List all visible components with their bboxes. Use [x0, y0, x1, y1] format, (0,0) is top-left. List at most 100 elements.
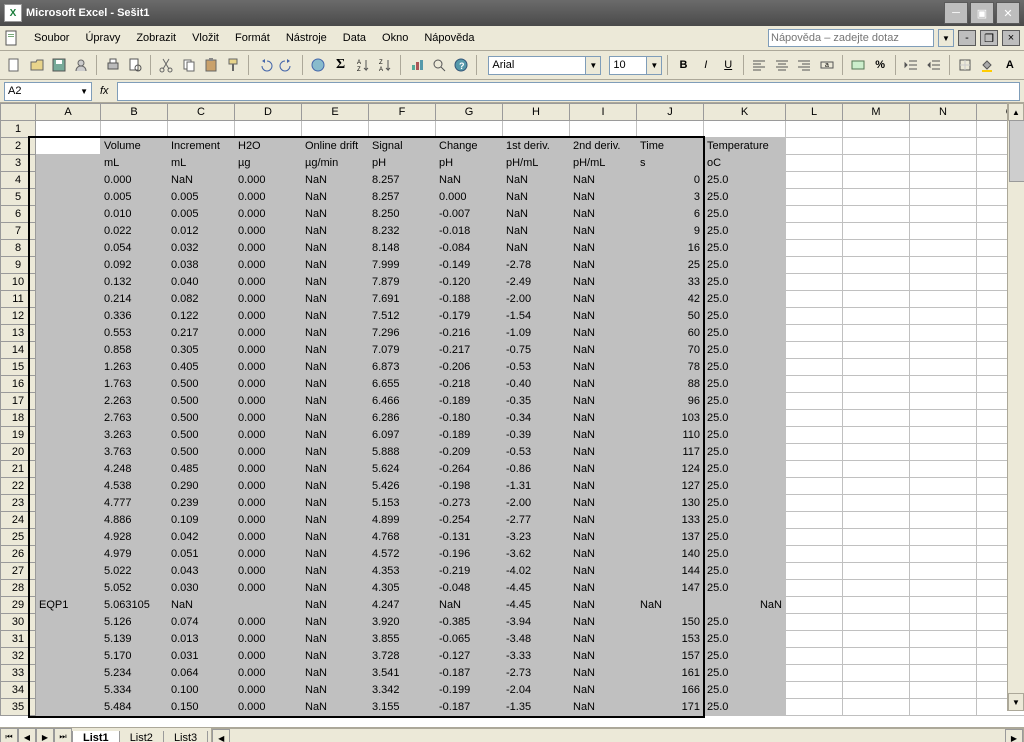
cell[interactable] [910, 444, 977, 461]
cell[interactable]: NaN [302, 529, 369, 546]
cell[interactable] [910, 461, 977, 478]
doc-minimize-button[interactable]: - [958, 30, 976, 46]
cell[interactable]: NaN [302, 444, 369, 461]
cell[interactable] [36, 427, 101, 444]
cell[interactable]: -0.35 [503, 393, 570, 410]
vertical-scrollbar[interactable]: ▲ ▼ [1007, 103, 1024, 711]
cell[interactable] [910, 189, 977, 206]
cell[interactable] [36, 546, 101, 563]
cell[interactable]: -0.34 [503, 410, 570, 427]
cell[interactable] [910, 563, 977, 580]
row-header[interactable]: 13 [1, 325, 36, 342]
cell[interactable]: 4.928 [101, 529, 168, 546]
cell[interactable] [843, 189, 910, 206]
cell[interactable]: 1.763 [101, 376, 168, 393]
cell[interactable]: 0.043 [168, 563, 235, 580]
cell[interactable]: -0.199 [436, 682, 503, 699]
cell[interactable] [910, 240, 977, 257]
cell[interactable] [843, 223, 910, 240]
cell[interactable] [910, 172, 977, 189]
cell[interactable]: 0.000 [235, 631, 302, 648]
cell[interactable] [570, 121, 637, 138]
cell[interactable] [36, 257, 101, 274]
cell[interactable]: -0.86 [503, 461, 570, 478]
cell[interactable] [786, 495, 843, 512]
cell[interactable]: NaN [570, 478, 637, 495]
cell[interactable]: 5.888 [369, 444, 436, 461]
col-header-A[interactable]: A [36, 104, 101, 121]
cell[interactable]: NaN [302, 325, 369, 342]
cell[interactable]: 1.263 [101, 359, 168, 376]
cell[interactable] [36, 274, 101, 291]
cell[interactable]: 157 [637, 648, 704, 665]
cell[interactable] [36, 563, 101, 580]
cell[interactable] [786, 580, 843, 597]
cell[interactable]: 3.155 [369, 699, 436, 716]
cell[interactable]: 0.500 [168, 376, 235, 393]
cell[interactable] [36, 631, 101, 648]
cell[interactable]: -0.127 [436, 648, 503, 665]
cell[interactable]: 0.305 [168, 342, 235, 359]
cell[interactable]: 0.485 [168, 461, 235, 478]
new-icon[interactable] [4, 54, 24, 76]
cell[interactable] [910, 274, 977, 291]
cell[interactable]: 6 [637, 206, 704, 223]
cell[interactable]: -0.188 [436, 291, 503, 308]
cell[interactable]: 25.0 [704, 410, 786, 427]
menu-soubor[interactable]: Soubor [26, 29, 77, 47]
cell[interactable]: 4.538 [101, 478, 168, 495]
scroll-thumb[interactable] [1009, 120, 1024, 182]
cell[interactable]: mL [168, 155, 235, 172]
cell[interactable]: -3.48 [503, 631, 570, 648]
cell[interactable] [843, 648, 910, 665]
cell[interactable]: 0.042 [168, 529, 235, 546]
row-header[interactable]: 5 [1, 189, 36, 206]
cell[interactable]: NaN [436, 172, 503, 189]
cell[interactable]: NaN [302, 427, 369, 444]
cell[interactable]: -2.00 [503, 495, 570, 512]
cell[interactable] [910, 291, 977, 308]
cell[interactable]: 4.247 [369, 597, 436, 614]
cell[interactable]: 25.0 [704, 495, 786, 512]
cell[interactable]: NaN [570, 206, 637, 223]
cell[interactable] [843, 665, 910, 682]
cell[interactable]: -1.09 [503, 325, 570, 342]
cell[interactable]: NaN [302, 563, 369, 580]
hyperlink-icon[interactable] [308, 54, 328, 76]
cell[interactable] [786, 155, 843, 172]
col-header-E[interactable]: E [302, 104, 369, 121]
cell[interactable]: -1.54 [503, 308, 570, 325]
cell[interactable] [36, 223, 101, 240]
cell[interactable]: -0.218 [436, 376, 503, 393]
cell[interactable]: Volume [101, 138, 168, 155]
cell[interactable] [910, 121, 977, 138]
row-header[interactable]: 15 [1, 359, 36, 376]
cell[interactable]: 3.728 [369, 648, 436, 665]
cell[interactable]: -0.39 [503, 427, 570, 444]
cell[interactable] [786, 682, 843, 699]
cell[interactable]: 2nd deriv. [570, 138, 637, 155]
cell[interactable] [910, 665, 977, 682]
cell[interactable] [910, 546, 977, 563]
cell[interactable]: -2.00 [503, 291, 570, 308]
cell[interactable] [910, 376, 977, 393]
cell[interactable]: 8.148 [369, 240, 436, 257]
cell[interactable]: -0.75 [503, 342, 570, 359]
cell[interactable]: NaN [302, 580, 369, 597]
row-header[interactable]: 6 [1, 206, 36, 223]
row-header[interactable]: 34 [1, 682, 36, 699]
cell[interactable] [786, 444, 843, 461]
cell[interactable] [786, 308, 843, 325]
cell[interactable]: 0.000 [235, 665, 302, 682]
cell[interactable] [786, 563, 843, 580]
cell[interactable] [36, 614, 101, 631]
cell[interactable]: 0.000 [101, 172, 168, 189]
cell[interactable] [786, 325, 843, 342]
sheet-tab-list3[interactable]: List3 [163, 731, 208, 742]
cell[interactable]: 25.0 [704, 376, 786, 393]
cell[interactable]: 171 [637, 699, 704, 716]
cell[interactable]: NaN [302, 648, 369, 665]
cell[interactable]: NaN [570, 342, 637, 359]
row-header[interactable]: 1 [1, 121, 36, 138]
cell[interactable]: -4.45 [503, 580, 570, 597]
